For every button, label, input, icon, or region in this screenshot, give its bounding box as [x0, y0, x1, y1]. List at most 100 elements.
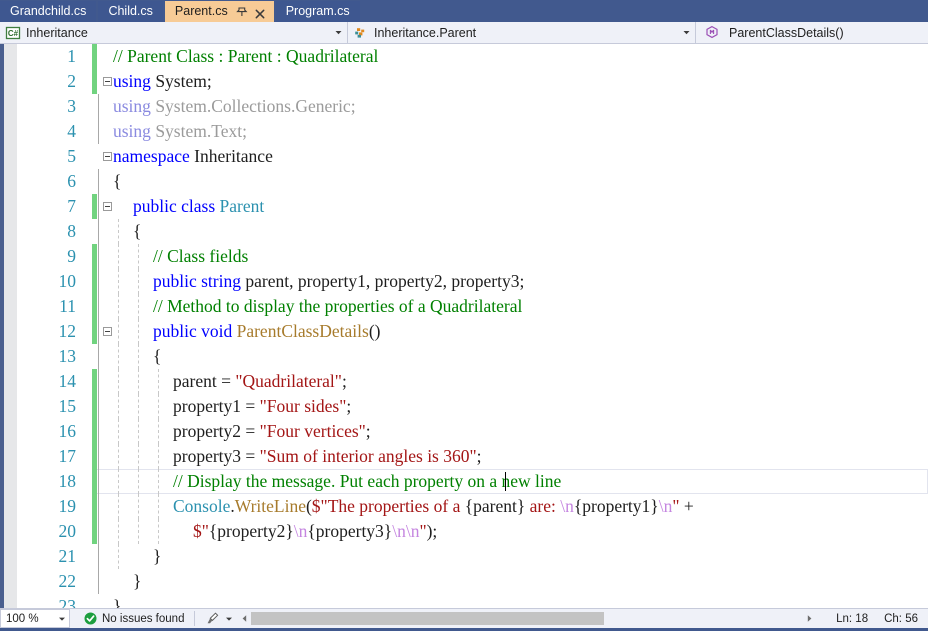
- line-number: 3: [67, 96, 76, 116]
- scrollbar-track[interactable]: [251, 612, 803, 625]
- indent-guide: [158, 394, 159, 419]
- code-line[interactable]: 17 property3 = "Sum of interior angles is…: [17, 444, 928, 469]
- code-line-text[interactable]: }: [153, 544, 161, 569]
- line-number: 18: [58, 471, 77, 491]
- code-line-text[interactable]: $"{property2}\n{property3}\n\n");: [193, 519, 437, 544]
- code-text-area[interactable]: 1 // Parent Class : Parent : Quadrilatera…: [17, 44, 928, 608]
- indent-guide: [98, 544, 99, 569]
- arrow-left-icon[interactable]: [237, 612, 251, 626]
- code-line[interactable]: 11 // Method to display the properties of…: [17, 294, 928, 319]
- indent-guide: [118, 544, 119, 569]
- horizontal-scrollbar[interactable]: [237, 611, 816, 626]
- code-line-text[interactable]: property1 = "Four sides";: [173, 394, 351, 419]
- editor-tab-parent-cs[interactable]: Parent.cs: [164, 1, 274, 22]
- code-line[interactable]: 2 using System;: [17, 69, 928, 94]
- code-line[interactable]: 23}: [17, 594, 928, 608]
- code-line[interactable]: 9 // Class fields: [17, 244, 928, 269]
- line-number: 6: [67, 171, 76, 191]
- editor-tab-child-cs[interactable]: Child.cs: [98, 1, 163, 22]
- code-line[interactable]: 1 // Parent Class : Parent : Quadrilatera…: [17, 44, 928, 69]
- code-line-text[interactable]: // Class fields: [153, 244, 248, 269]
- issues-status[interactable]: No issues found: [84, 612, 184, 625]
- code-line[interactable]: 21}: [17, 544, 928, 569]
- line-number: 19: [58, 496, 77, 516]
- code-line[interactable]: 18 // Display the message. Put each prope…: [17, 469, 928, 494]
- chevron-down-icon[interactable]: [332, 22, 345, 43]
- indent-guide: [118, 369, 119, 394]
- arrow-right-icon[interactable]: [802, 612, 816, 626]
- code-line-text[interactable]: // Method to display the properties of a…: [153, 294, 522, 319]
- code-line[interactable]: 4 using System.Text;: [17, 119, 928, 144]
- code-line-text[interactable]: public void ParentClassDetails(): [153, 319, 380, 344]
- indent-guide: [118, 269, 119, 294]
- scrollbar-thumb[interactable]: [251, 612, 604, 625]
- pin-icon[interactable]: [235, 6, 248, 18]
- line-change-marker: [92, 394, 97, 419]
- nav-dropdown-member[interactable]: ParentClassDetails(): [696, 22, 927, 43]
- editor-tab-label: Child.cs: [108, 4, 153, 18]
- code-line-text[interactable]: parent = "Quadrilateral";: [173, 369, 347, 394]
- code-line[interactable]: 20 $"{property2}\n{property3}\n\n");: [17, 519, 928, 544]
- line-number: 5: [67, 146, 76, 166]
- code-line[interactable]: 10 public string parent, property1, prope…: [17, 269, 928, 294]
- indent-guide: [118, 219, 119, 244]
- code-line-text[interactable]: }: [133, 569, 141, 594]
- nav-dropdown-project[interactable]: C# Inheritance: [0, 22, 348, 43]
- code-line-text[interactable]: namespace Inheritance: [113, 144, 273, 169]
- indent-guide: [98, 219, 99, 244]
- code-line-text[interactable]: // Parent Class : Parent : Quadrilateral: [113, 44, 378, 69]
- line-number: 16: [58, 421, 77, 441]
- editor-tab-grandchild-cs[interactable]: Grandchild.cs: [0, 1, 97, 22]
- code-line-text[interactable]: using System.Collections.Generic;: [113, 94, 356, 119]
- chevron-down-icon[interactable]: [225, 615, 233, 623]
- code-line-text[interactable]: public string parent, property1, propert…: [153, 269, 524, 294]
- code-line[interactable]: 5 namespace Inheritance: [17, 144, 928, 169]
- code-line[interactable]: 6{: [17, 169, 928, 194]
- collapse-toggle-icon[interactable]: [103, 327, 112, 336]
- nav-dropdown-type[interactable]: Inheritance.Parent: [348, 22, 696, 43]
- csharp-file-icon: C#: [5, 25, 21, 41]
- code-line[interactable]: 3 using System.Collections.Generic;: [17, 94, 928, 119]
- collapse-toggle-icon[interactable]: [103, 77, 112, 86]
- code-line-text[interactable]: }: [113, 594, 121, 608]
- code-line-text[interactable]: public class Parent: [133, 194, 264, 219]
- code-line-text[interactable]: property3 = "Sum of interior angles is 3…: [173, 444, 482, 469]
- code-line-text[interactable]: using System;: [113, 69, 212, 94]
- check-circle-icon: [84, 612, 97, 625]
- line-number: 7: [67, 196, 76, 216]
- editor-tab-program-cs[interactable]: Program.cs: [275, 1, 360, 22]
- indent-guide: [98, 469, 99, 494]
- code-line[interactable]: 13 {: [17, 344, 928, 369]
- code-line[interactable]: 12 public void ParentClassDetails(): [17, 319, 928, 344]
- code-cleanup-button[interactable]: [205, 611, 233, 626]
- code-line[interactable]: 15 property1 = "Four sides";: [17, 394, 928, 419]
- chevron-down-icon[interactable]: [680, 22, 693, 43]
- close-icon[interactable]: [254, 6, 266, 18]
- code-line-text[interactable]: {: [133, 219, 141, 244]
- nav-member-label: ParentClassDetails(): [729, 25, 844, 40]
- code-line[interactable]: 7 public class Parent: [17, 194, 928, 219]
- indent-guide: [98, 369, 99, 394]
- code-line-text[interactable]: // Display the message. Put each propert…: [173, 469, 561, 494]
- code-line-text[interactable]: Console.WriteLine($"The properties of a …: [173, 494, 694, 519]
- code-line[interactable]: 14 parent = "Quadrilateral";: [17, 369, 928, 394]
- code-line-text[interactable]: {: [153, 344, 161, 369]
- code-line-text[interactable]: using System.Text;: [113, 119, 247, 144]
- indent-guide: [158, 419, 159, 444]
- indent-guide: [98, 444, 99, 469]
- collapse-toggle-icon[interactable]: [103, 202, 112, 211]
- line-number-label: Ln: 18: [836, 612, 869, 625]
- code-editor-surface[interactable]: 1 // Parent Class : Parent : Quadrilatera…: [0, 44, 928, 608]
- collapse-toggle-icon[interactable]: [103, 152, 112, 161]
- zoom-level-combobox[interactable]: 100 %: [0, 609, 70, 628]
- code-line[interactable]: 16 property2 = "Four vertices";: [17, 419, 928, 444]
- chevron-down-icon[interactable]: [55, 615, 69, 623]
- code-line-text[interactable]: property2 = "Four vertices";: [173, 419, 371, 444]
- code-line[interactable]: 8{: [17, 219, 928, 244]
- code-line[interactable]: 19 Console.WriteLine($"The properties of …: [17, 494, 928, 519]
- line-change-marker: [92, 194, 97, 219]
- code-line-text[interactable]: {: [113, 169, 121, 194]
- indent-guide: [118, 244, 119, 269]
- code-line[interactable]: 22}: [17, 569, 928, 594]
- issues-status-label: No issues found: [102, 612, 185, 625]
